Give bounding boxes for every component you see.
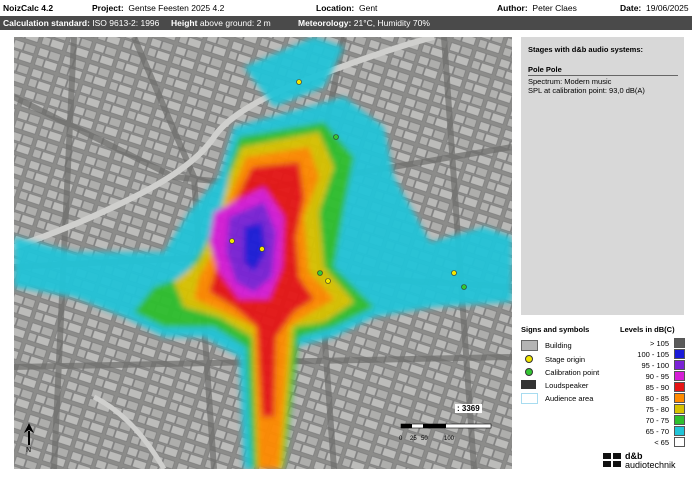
author-field: Author: Peter Claes [497, 3, 577, 13]
level-swatch [674, 349, 685, 359]
level-row: 85 - 90 [617, 382, 685, 393]
meteorology-field: Meteorology: 21°C, Humidity 70% [298, 18, 430, 28]
project-field: Project: Gentse Feesten 2025 4.2 [92, 3, 225, 13]
scale-tick-label: 25 [410, 436, 417, 442]
location-field: Location: Gent [316, 3, 378, 13]
title-bar: NoizCalc 4.2 Project: Gentse Feesten 202… [0, 0, 692, 16]
system-name: Pole Pole [528, 65, 678, 76]
levels-title: Levels in dB(C) [620, 325, 675, 334]
date-field: Date: 19/06/2025 [620, 3, 689, 13]
level-swatch [674, 415, 685, 425]
audience-area-swatch [521, 393, 538, 404]
level-swatch [674, 437, 685, 447]
db-logo-text: d&b audiotechnik [625, 451, 676, 470]
stages-title: Stages with d&b audio systems: [528, 45, 644, 54]
stages-panel: Stages with d&b audio systems: Pole Pole… [521, 37, 684, 315]
level-swatch [674, 360, 685, 370]
level-row: 90 - 95 [617, 371, 685, 382]
scale-tick-label: 0 [399, 436, 403, 442]
level-row: 75 - 80 [617, 404, 685, 415]
calc-standard: Calculation standard: ISO 9613-2: 1996 [3, 18, 160, 28]
level-row: 100 - 105 [617, 349, 685, 360]
scale-tick-label: 50 [421, 436, 428, 442]
level-row: 80 - 85 [617, 393, 685, 404]
calc-info-bar: Calculation standard: ISO 9613-2: 1996 H… [0, 16, 692, 30]
db-logo-icon [603, 453, 621, 467]
symbols-title: Signs and symbols [521, 325, 590, 334]
level-swatch [674, 371, 685, 381]
level-swatch [674, 393, 685, 403]
level-swatch [674, 382, 685, 392]
calibration-point-icon [521, 367, 536, 376]
loudspeaker-swatch [521, 380, 536, 389]
level-row: 65 - 70 [617, 426, 685, 437]
spectrum-text: Spectrum: Modern music [528, 77, 612, 86]
scale-tick-label: 100 [444, 436, 455, 442]
app-title: NoizCalc 4.2 [3, 3, 54, 13]
level-row: 70 - 75 [617, 415, 685, 426]
north-arrow-icon: N [24, 423, 34, 453]
level-swatch [674, 338, 685, 348]
north-label: N [26, 447, 31, 453]
level-swatch [674, 404, 685, 414]
level-row: > 105 [617, 338, 685, 349]
stage-origin-icon [521, 354, 536, 363]
scale-bar: : 3369 0 25 50 100 [395, 400, 500, 442]
scale-ratio: : 3369 [455, 404, 482, 413]
scale-graphic: 0 25 50 100 [399, 423, 492, 442]
level-swatch [674, 426, 685, 436]
level-row: 95 - 100 [617, 360, 685, 371]
height-field: Height above ground: 2 m [171, 18, 271, 28]
building-swatch [521, 340, 538, 351]
level-row: < 65 [617, 437, 685, 448]
spl-text: SPL at calibration point: 93,0 dB(A) [528, 86, 645, 95]
